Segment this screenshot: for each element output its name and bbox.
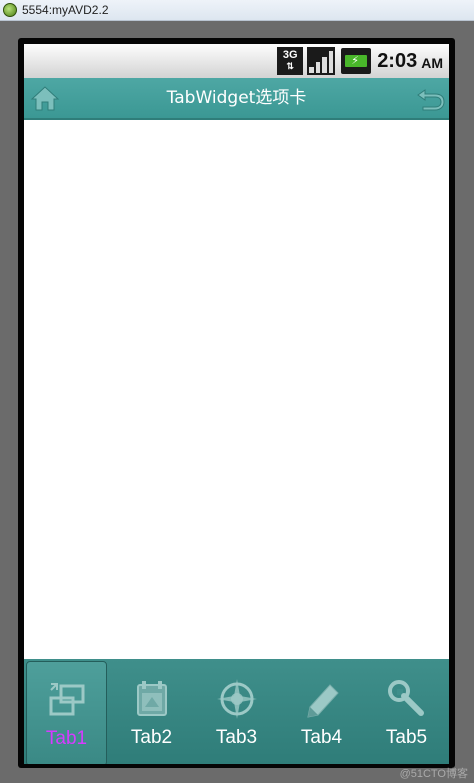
network-3g-icon: 3G ⇅ <box>277 47 304 75</box>
signal-strength-icon <box>307 47 336 75</box>
back-button[interactable] <box>415 84 447 112</box>
watermark: @51CTO博客 <box>399 768 468 780</box>
compass-icon <box>216 679 257 719</box>
calendar-icon <box>136 681 167 716</box>
status-bar: 3G ⇅ ⚡ 2:03 AM <box>24 44 449 78</box>
status-ampm: AM <box>421 55 443 71</box>
emulator-title-bar: 5554:myAVD2.2 <box>0 0 474 21</box>
status-time: 2:03 <box>377 49 418 72</box>
tab-5-label: Tab5 <box>385 727 428 748</box>
tab-1-label: Tab1 <box>45 728 88 749</box>
tab-1[interactable]: Tab1 <box>26 661 107 764</box>
battery-charging-icon: ⚡ <box>341 48 372 74</box>
tab-bar: Tab1 Tab2 Tab3 Tab4 Tab5 <box>24 659 449 764</box>
tab-5[interactable]: Tab5 <box>364 659 449 764</box>
tab-3-label: Tab3 <box>215 727 258 748</box>
tab-2-label: Tab2 <box>130 727 173 748</box>
crop-icon <box>49 683 84 716</box>
emulator-window-title: 5554:myAVD2.2 <box>22 3 109 17</box>
device-screen: 3G ⇅ ⚡ 2:03 AM TabWidget选项卡 Tab1 Tab2 Ta… <box>24 44 449 764</box>
app-header: TabWidget选项卡 <box>24 78 449 120</box>
tab-2[interactable]: Tab2 <box>109 659 194 764</box>
back-arrow-icon <box>417 89 445 111</box>
pencil-icon <box>306 684 339 718</box>
home-button[interactable] <box>30 84 60 112</box>
wrench-icon <box>387 680 424 716</box>
app-title: TabWidget选项卡 <box>166 88 307 108</box>
tab-content-area <box>24 120 449 659</box>
android-emulator-icon <box>3 3 17 17</box>
tab-4-label: Tab4 <box>300 727 343 748</box>
home-icon <box>30 86 60 111</box>
tab-3[interactable]: Tab3 <box>194 659 279 764</box>
tab-4[interactable]: Tab4 <box>279 659 364 764</box>
